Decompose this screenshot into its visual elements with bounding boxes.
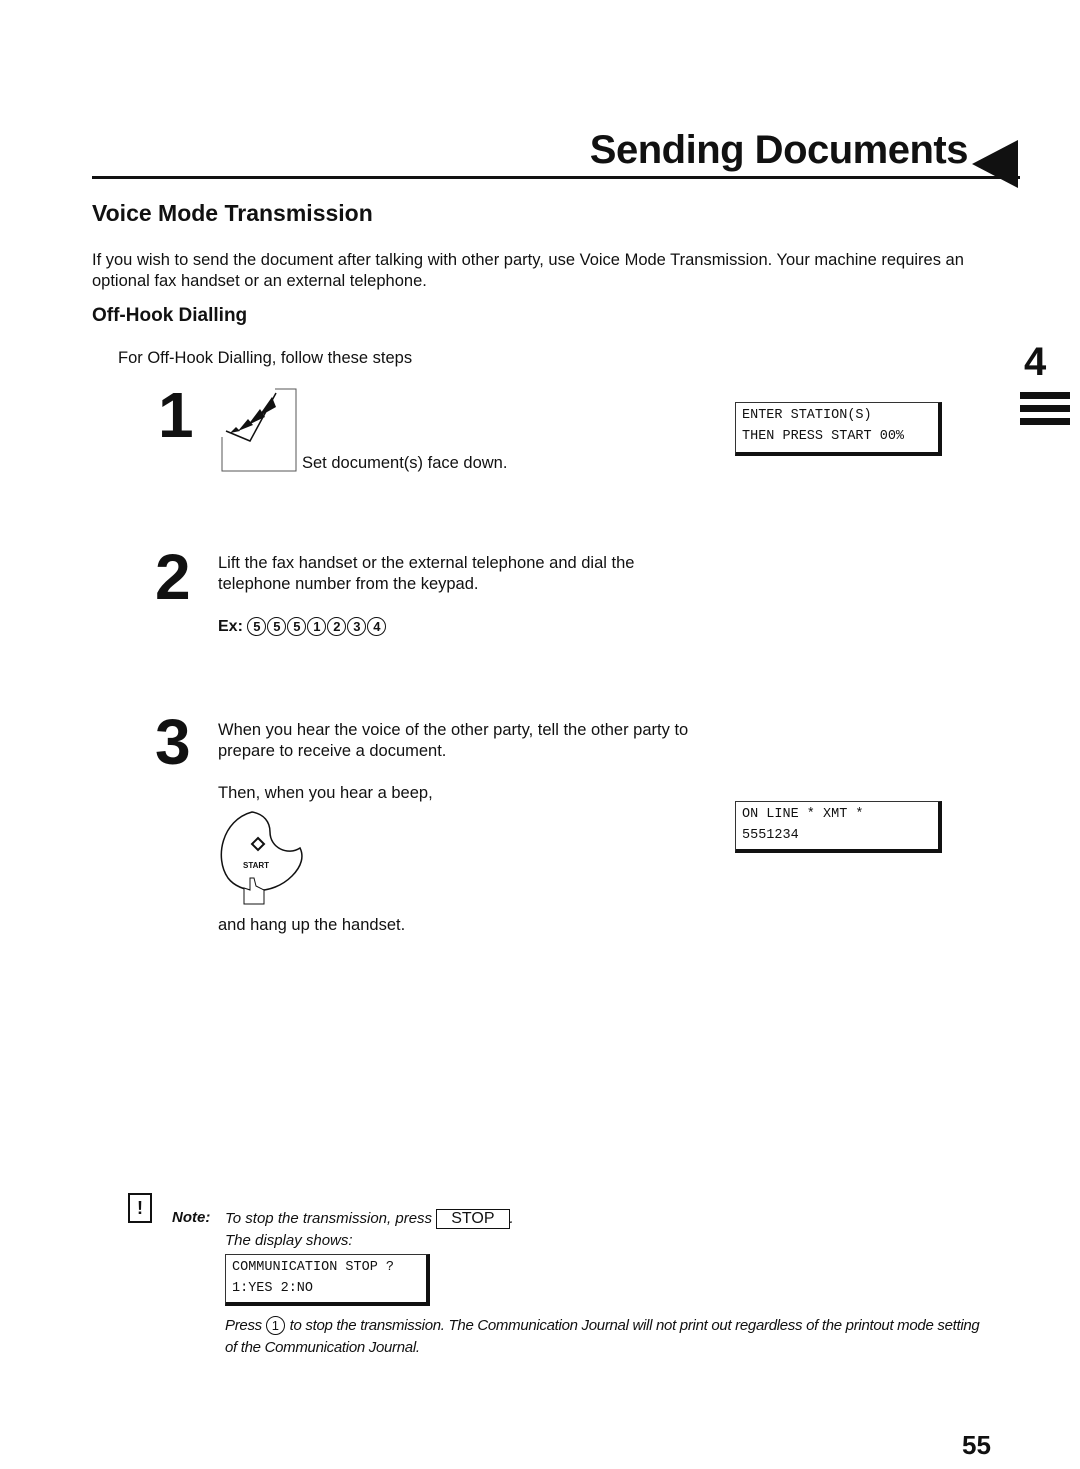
key-5-icon: 5 — [267, 617, 287, 636]
note-line2: The display shows: — [225, 1232, 353, 1249]
step-2-text: Lift the fax handset or the external tel… — [218, 554, 635, 593]
subsection-title: Off-Hook Dialling — [92, 305, 248, 326]
lcd-display-step1: ENTER STATION(S) THEN PRESS START 00% — [735, 402, 942, 456]
start-button-press-icon — [220, 811, 303, 905]
page-header-title: Sending Documents — [589, 128, 969, 172]
lcd-line: ENTER STATION(S) — [742, 408, 872, 423]
note-press-text: Press 1 to stop the transmission. The Co… — [225, 1315, 985, 1359]
key-4-icon: 4 — [367, 617, 387, 636]
key-3-icon: 3 — [347, 617, 367, 636]
subsection-lead: For Off-Hook Dialling, follow these step… — [118, 349, 413, 367]
press-description: to stop the transmission. The Communicat… — [225, 1317, 980, 1356]
step-number: 1 — [158, 379, 194, 451]
section-intro: If you wish to send the document after t… — [92, 251, 964, 290]
lcd-line: THEN PRESS START 00% — [742, 429, 905, 444]
lcd-line: 5551234 — [742, 828, 799, 843]
note-line1: To stop the transmission, press STOP. — [225, 1209, 514, 1229]
note-line1-text: To stop the transmission, press — [225, 1210, 433, 1227]
press-word: Press — [225, 1317, 262, 1334]
step-1-text: Set document(s) face down. — [302, 454, 508, 472]
document-feed-icon — [221, 388, 297, 472]
key-5-icon: 5 — [287, 617, 307, 636]
header-rule — [92, 176, 1020, 179]
lcd-line: COMMUNICATION STOP ? — [232, 1260, 395, 1275]
chapter-number: 4 — [1024, 340, 1047, 384]
example-dialing: Ex: 5551234 — [218, 617, 387, 636]
step-3-after: and hang up the handset. — [218, 916, 406, 934]
lcd-display-note: COMMUNICATION STOP ? 1:YES 2:NO — [225, 1254, 430, 1306]
section-title: Voice Mode Transmission — [92, 200, 373, 226]
step-3-then: Then, when you hear a beep, — [218, 784, 433, 802]
step-number: 3 — [155, 706, 191, 778]
step-number: 2 — [155, 541, 191, 613]
stop-key: STOP — [436, 1209, 510, 1229]
key-2-icon: 2 — [327, 617, 347, 636]
step-3-text: When you hear the voice of the other par… — [218, 721, 689, 760]
page-number: 55 — [962, 1430, 991, 1460]
chapter-tab-marker — [1020, 392, 1070, 431]
lcd-display-step3: ON LINE * XMT * 5551234 — [735, 801, 942, 853]
example-label: Ex: — [218, 618, 243, 635]
lcd-line: ON LINE * XMT * — [742, 807, 864, 822]
key-1-icon: 1 — [265, 1316, 285, 1335]
note-label: Note: — [172, 1209, 211, 1226]
key-5-icon: 5 — [247, 617, 267, 636]
start-button-label: START — [243, 861, 270, 870]
header-arrow-icon — [972, 140, 1018, 188]
key-1-icon: 1 — [307, 617, 327, 636]
manual-page: Sending Documents 4 Voice Mode Transmiss… — [0, 0, 1080, 1469]
lcd-line: 1:YES 2:NO — [232, 1281, 314, 1296]
note-exclamation-icon: ! — [128, 1193, 152, 1223]
